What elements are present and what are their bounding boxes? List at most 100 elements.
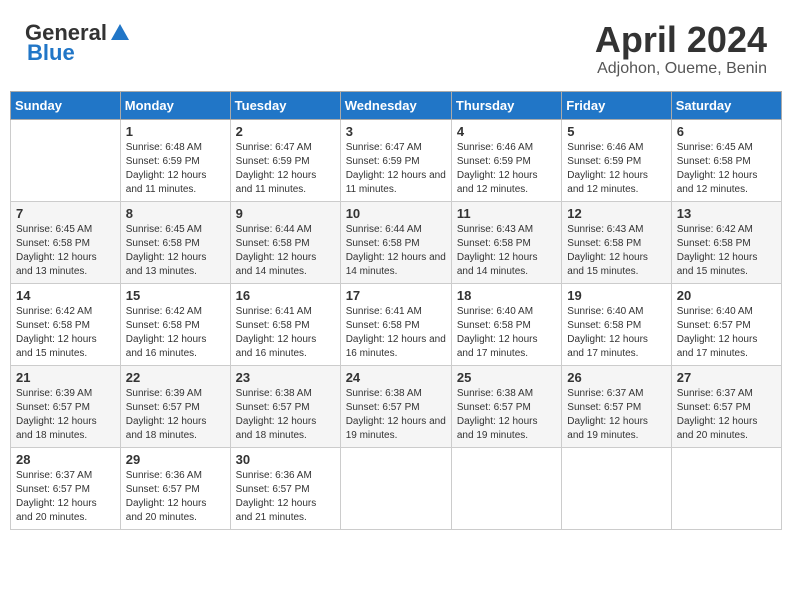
calendar-day-cell: 15 Sunrise: 6:42 AMSunset: 6:58 PMDaylig… <box>120 283 230 365</box>
day-number: 11 <box>457 206 556 221</box>
day-info: Sunrise: 6:38 AMSunset: 6:57 PMDaylight:… <box>346 387 446 443</box>
calendar-day-cell: 14 Sunrise: 6:42 AMSunset: 6:58 PMDaylig… <box>11 283 121 365</box>
calendar-day-cell: 30 Sunrise: 6:36 AMSunset: 6:57 PMDaylig… <box>230 447 340 529</box>
weekday-header-cell: Friday <box>562 91 671 119</box>
day-number: 10 <box>346 206 446 221</box>
calendar-day-cell: 13 Sunrise: 6:42 AMSunset: 6:58 PMDaylig… <box>671 201 781 283</box>
calendar-day-cell <box>451 447 561 529</box>
day-number: 16 <box>236 288 335 303</box>
day-number: 29 <box>126 452 225 467</box>
calendar-day-cell: 11 Sunrise: 6:43 AMSunset: 6:58 PMDaylig… <box>451 201 561 283</box>
calendar-day-cell <box>11 119 121 201</box>
day-info: Sunrise: 6:37 AMSunset: 6:57 PMDaylight:… <box>677 387 776 443</box>
day-number: 13 <box>677 206 776 221</box>
day-info: Sunrise: 6:40 AMSunset: 6:57 PMDaylight:… <box>677 305 776 361</box>
calendar-day-cell: 9 Sunrise: 6:44 AMSunset: 6:58 PMDayligh… <box>230 201 340 283</box>
day-info: Sunrise: 6:37 AMSunset: 6:57 PMDaylight:… <box>16 469 115 525</box>
day-info: Sunrise: 6:43 AMSunset: 6:58 PMDaylight:… <box>567 223 665 279</box>
day-info: Sunrise: 6:40 AMSunset: 6:58 PMDaylight:… <box>457 305 556 361</box>
calendar-day-cell: 10 Sunrise: 6:44 AMSunset: 6:58 PMDaylig… <box>340 201 451 283</box>
day-number: 3 <box>346 124 446 139</box>
calendar-day-cell: 2 Sunrise: 6:47 AMSunset: 6:59 PMDayligh… <box>230 119 340 201</box>
day-info: Sunrise: 6:42 AMSunset: 6:58 PMDaylight:… <box>126 305 225 361</box>
day-number: 1 <box>126 124 225 139</box>
day-info: Sunrise: 6:47 AMSunset: 6:59 PMDaylight:… <box>236 141 335 197</box>
calendar-day-cell: 5 Sunrise: 6:46 AMSunset: 6:59 PMDayligh… <box>562 119 671 201</box>
day-number: 9 <box>236 206 335 221</box>
calendar-day-cell: 24 Sunrise: 6:38 AMSunset: 6:57 PMDaylig… <box>340 365 451 447</box>
day-info: Sunrise: 6:36 AMSunset: 6:57 PMDaylight:… <box>236 469 335 525</box>
calendar-day-cell: 28 Sunrise: 6:37 AMSunset: 6:57 PMDaylig… <box>11 447 121 529</box>
day-number: 27 <box>677 370 776 385</box>
day-number: 6 <box>677 124 776 139</box>
logo: General Blue <box>25 20 131 66</box>
calendar-day-cell: 12 Sunrise: 6:43 AMSunset: 6:58 PMDaylig… <box>562 201 671 283</box>
day-number: 14 <box>16 288 115 303</box>
calendar-day-cell <box>340 447 451 529</box>
day-number: 23 <box>236 370 335 385</box>
day-info: Sunrise: 6:45 AMSunset: 6:58 PMDaylight:… <box>677 141 776 197</box>
day-info: Sunrise: 6:38 AMSunset: 6:57 PMDaylight:… <box>457 387 556 443</box>
day-number: 22 <box>126 370 225 385</box>
calendar-day-cell: 21 Sunrise: 6:39 AMSunset: 6:57 PMDaylig… <box>11 365 121 447</box>
day-info: Sunrise: 6:36 AMSunset: 6:57 PMDaylight:… <box>126 469 225 525</box>
day-number: 7 <box>16 206 115 221</box>
weekday-header-cell: Monday <box>120 91 230 119</box>
day-number: 26 <box>567 370 665 385</box>
day-number: 30 <box>236 452 335 467</box>
day-number: 12 <box>567 206 665 221</box>
calendar-day-cell: 1 Sunrise: 6:48 AMSunset: 6:59 PMDayligh… <box>120 119 230 201</box>
calendar-day-cell <box>562 447 671 529</box>
calendar-week-row: 28 Sunrise: 6:37 AMSunset: 6:57 PMDaylig… <box>11 447 782 529</box>
calendar-day-cell: 22 Sunrise: 6:39 AMSunset: 6:57 PMDaylig… <box>120 365 230 447</box>
weekday-header-cell: Wednesday <box>340 91 451 119</box>
day-info: Sunrise: 6:48 AMSunset: 6:59 PMDaylight:… <box>126 141 225 197</box>
day-number: 2 <box>236 124 335 139</box>
day-info: Sunrise: 6:46 AMSunset: 6:59 PMDaylight:… <box>457 141 556 197</box>
day-number: 5 <box>567 124 665 139</box>
calendar-day-cell: 16 Sunrise: 6:41 AMSunset: 6:58 PMDaylig… <box>230 283 340 365</box>
weekday-header-cell: Sunday <box>11 91 121 119</box>
day-number: 4 <box>457 124 556 139</box>
calendar-day-cell: 26 Sunrise: 6:37 AMSunset: 6:57 PMDaylig… <box>562 365 671 447</box>
location-subtitle: Adjohon, Oueme, Benin <box>595 60 767 78</box>
calendar-day-cell: 8 Sunrise: 6:45 AMSunset: 6:58 PMDayligh… <box>120 201 230 283</box>
day-info: Sunrise: 6:45 AMSunset: 6:58 PMDaylight:… <box>16 223 115 279</box>
title-block: April 2024 Adjohon, Oueme, Benin <box>595 20 767 78</box>
day-info: Sunrise: 6:46 AMSunset: 6:59 PMDaylight:… <box>567 141 665 197</box>
calendar-day-cell: 18 Sunrise: 6:40 AMSunset: 6:58 PMDaylig… <box>451 283 561 365</box>
calendar-day-cell: 4 Sunrise: 6:46 AMSunset: 6:59 PMDayligh… <box>451 119 561 201</box>
day-number: 17 <box>346 288 446 303</box>
day-number: 25 <box>457 370 556 385</box>
calendar-day-cell: 6 Sunrise: 6:45 AMSunset: 6:58 PMDayligh… <box>671 119 781 201</box>
day-info: Sunrise: 6:43 AMSunset: 6:58 PMDaylight:… <box>457 223 556 279</box>
calendar-day-cell: 29 Sunrise: 6:36 AMSunset: 6:57 PMDaylig… <box>120 447 230 529</box>
day-info: Sunrise: 6:45 AMSunset: 6:58 PMDaylight:… <box>126 223 225 279</box>
weekday-header-cell: Tuesday <box>230 91 340 119</box>
day-info: Sunrise: 6:39 AMSunset: 6:57 PMDaylight:… <box>16 387 115 443</box>
calendar-day-cell: 3 Sunrise: 6:47 AMSunset: 6:59 PMDayligh… <box>340 119 451 201</box>
calendar-day-cell: 17 Sunrise: 6:41 AMSunset: 6:58 PMDaylig… <box>340 283 451 365</box>
weekday-header-cell: Thursday <box>451 91 561 119</box>
day-info: Sunrise: 6:40 AMSunset: 6:58 PMDaylight:… <box>567 305 665 361</box>
calendar-day-cell: 7 Sunrise: 6:45 AMSunset: 6:58 PMDayligh… <box>11 201 121 283</box>
calendar-body: 1 Sunrise: 6:48 AMSunset: 6:59 PMDayligh… <box>11 119 782 529</box>
day-number: 20 <box>677 288 776 303</box>
calendar-week-row: 21 Sunrise: 6:39 AMSunset: 6:57 PMDaylig… <box>11 365 782 447</box>
day-info: Sunrise: 6:38 AMSunset: 6:57 PMDaylight:… <box>236 387 335 443</box>
month-title: April 2024 <box>595 20 767 60</box>
calendar-day-cell: 20 Sunrise: 6:40 AMSunset: 6:57 PMDaylig… <box>671 283 781 365</box>
day-number: 8 <box>126 206 225 221</box>
day-info: Sunrise: 6:42 AMSunset: 6:58 PMDaylight:… <box>677 223 776 279</box>
calendar-week-row: 1 Sunrise: 6:48 AMSunset: 6:59 PMDayligh… <box>11 119 782 201</box>
day-number: 15 <box>126 288 225 303</box>
day-number: 19 <box>567 288 665 303</box>
calendar-day-cell: 19 Sunrise: 6:40 AMSunset: 6:58 PMDaylig… <box>562 283 671 365</box>
day-info: Sunrise: 6:44 AMSunset: 6:58 PMDaylight:… <box>236 223 335 279</box>
day-info: Sunrise: 6:39 AMSunset: 6:57 PMDaylight:… <box>126 387 225 443</box>
calendar-day-cell: 27 Sunrise: 6:37 AMSunset: 6:57 PMDaylig… <box>671 365 781 447</box>
day-number: 21 <box>16 370 115 385</box>
day-number: 18 <box>457 288 556 303</box>
logo-blue: Blue <box>27 40 75 66</box>
calendar-week-row: 7 Sunrise: 6:45 AMSunset: 6:58 PMDayligh… <box>11 201 782 283</box>
